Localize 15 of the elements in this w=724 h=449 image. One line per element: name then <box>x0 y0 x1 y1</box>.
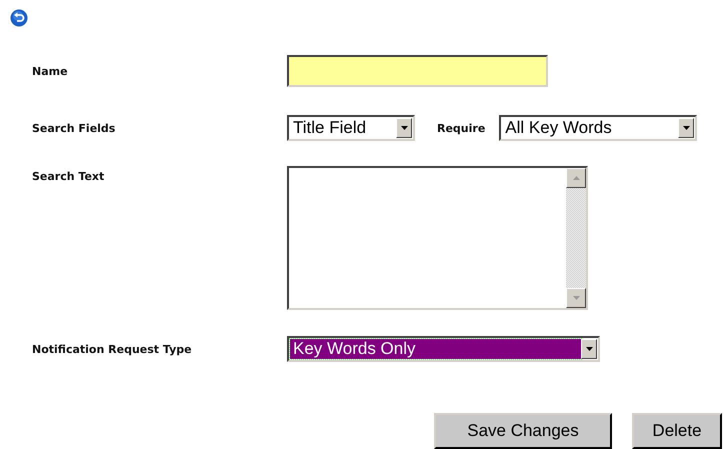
caret-icon[interactable] <box>586 347 592 351</box>
name-input[interactable] <box>287 55 548 87</box>
notification-type-dropdown[interactable]: Key Words Only <box>287 336 600 362</box>
search-text-area[interactable] <box>287 166 588 310</box>
save-changes-button[interactable]: Save Changes <box>434 413 612 449</box>
require-label: Require <box>437 122 486 134</box>
name-label: Name <box>32 64 69 78</box>
caret-icon[interactable] <box>400 126 408 130</box>
search-text-label: Search Text <box>32 170 106 183</box>
search-fields-dropdown[interactable]: Title Field <box>287 115 415 141</box>
caret-icon[interactable] <box>682 126 690 130</box>
notification-request-type-label: Notification Request Type <box>32 342 193 356</box>
delete-button[interactable]: Delete <box>632 413 722 449</box>
require-dropdown[interactable]: All Key Words <box>499 115 698 141</box>
search-fields-label: Search Fields <box>32 122 116 134</box>
